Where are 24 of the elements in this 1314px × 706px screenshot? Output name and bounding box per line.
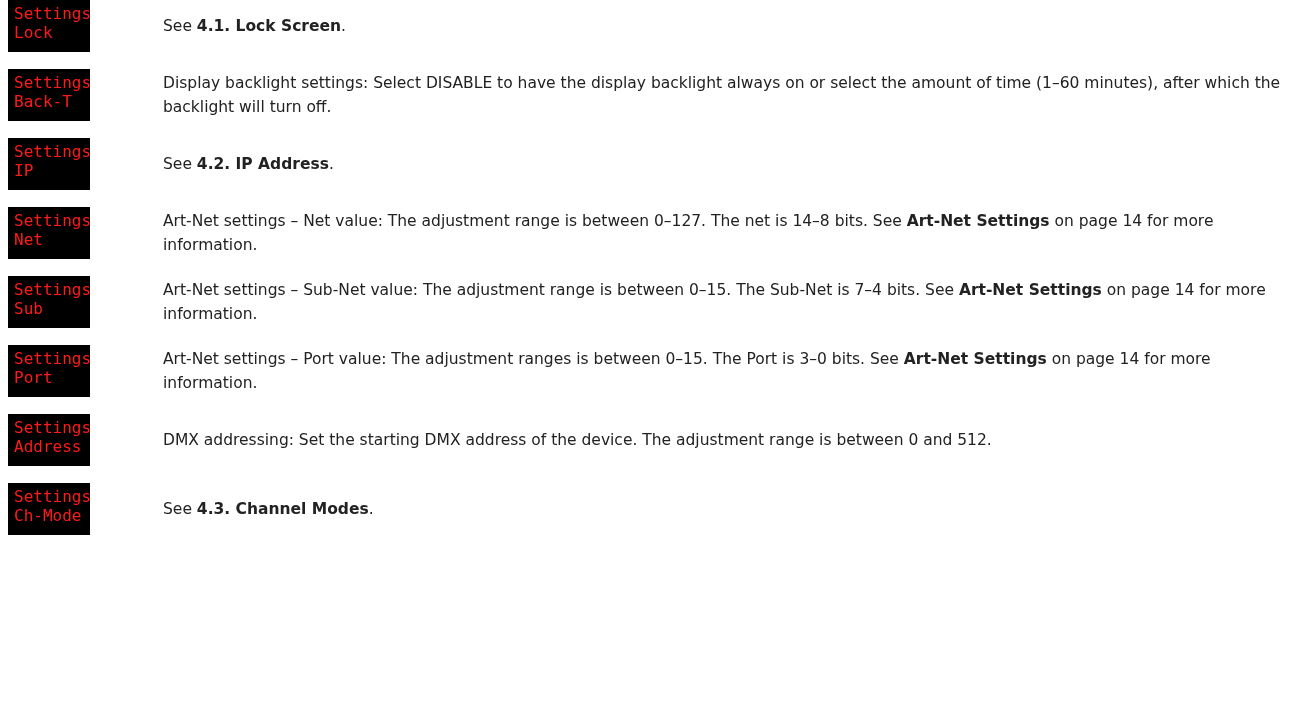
description-text: Art-Net settings – Port value: The adjustment ranges is between 0–15. The Port is 3–0 bits. See Art-Net Settings on page 14 for more information. <box>163 349 1212 394</box>
description-text: See 4.2. IP Address. <box>163 154 334 175</box>
display-text: Settings <box>14 280 90 299</box>
display-text: Settings <box>14 211 90 230</box>
description-text: Art-Net settings – Sub-Net value: The adjustment range is between 0–15. The Sub-Net is 7–4 bits. See Art-Net Settings on page 14 for more information. <box>163 280 1267 325</box>
display-text: Settings <box>14 418 90 437</box>
description-text: See 4.1. Lock Screen. <box>163 16 346 37</box>
display-text: Settings <box>14 4 90 23</box>
display-text: Net <box>14 230 44 249</box>
display-text: Settings <box>14 142 90 161</box>
display-text: Ch-Mode <box>14 506 83 525</box>
display-text: Settings <box>14 349 90 368</box>
display-text: Settings <box>14 487 90 506</box>
description-text: See 4.3. Channel Modes. <box>163 499 374 520</box>
display-text: Back-T <box>14 92 73 111</box>
description-text: Display backlight settings: Select DISABLE to have the display backlight always on or select the amount of time (1–60 minutes), after which the backlight will turn off. <box>163 73 1282 118</box>
display-text: Address <box>14 437 83 456</box>
description-text: Art-Net settings – Net value: The adjustment range is between 0–127. The net is 14–8 bits. See Art-Net Settings on page 14 for more information. <box>163 211 1215 256</box>
display-text: Sub <box>14 299 44 318</box>
display-text: IP <box>14 161 35 180</box>
display-text: Lock <box>14 23 54 42</box>
display-text: Port <box>14 368 54 387</box>
display-text: Settings <box>14 73 90 92</box>
description-text: DMX addressing: Set the starting DMX address of the device. The adjustment range is between 0 and 512. <box>163 430 992 451</box>
